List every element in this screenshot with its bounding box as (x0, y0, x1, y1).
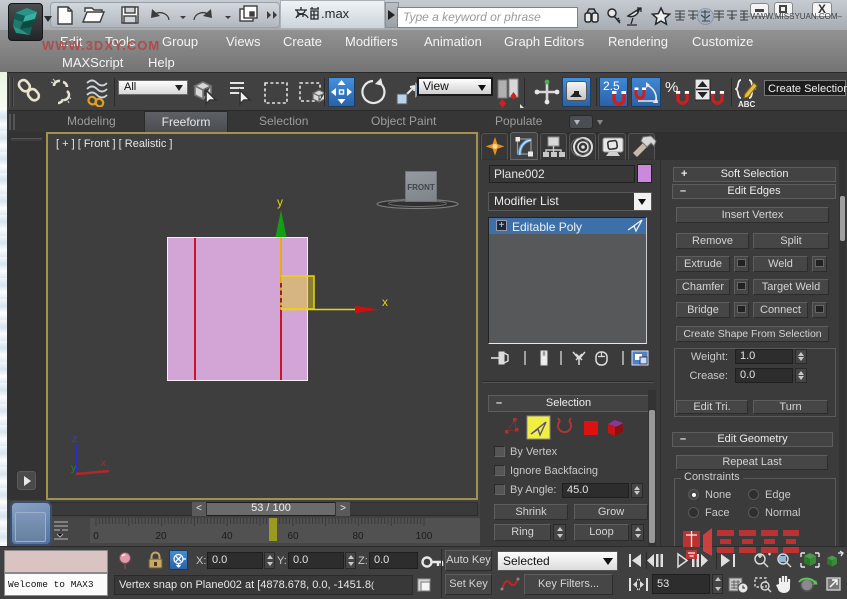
svg-text:100: 100 (416, 531, 433, 542)
svg-text:y: y (277, 195, 283, 209)
svg-text:x: x (382, 295, 388, 309)
svg-text:.max: .max (321, 6, 350, 21)
svg-text:20: 20 (155, 531, 167, 542)
svg-text:x: x (101, 458, 106, 469)
svg-text:60: 60 (287, 531, 299, 542)
svg-text:z: z (72, 434, 77, 445)
svg-text:ABC: ABC (738, 100, 756, 108)
svg-text:80: 80 (352, 531, 364, 542)
svg-text:0: 0 (93, 531, 99, 542)
svg-text:y: y (71, 463, 76, 474)
svg-text:40: 40 (221, 531, 233, 542)
